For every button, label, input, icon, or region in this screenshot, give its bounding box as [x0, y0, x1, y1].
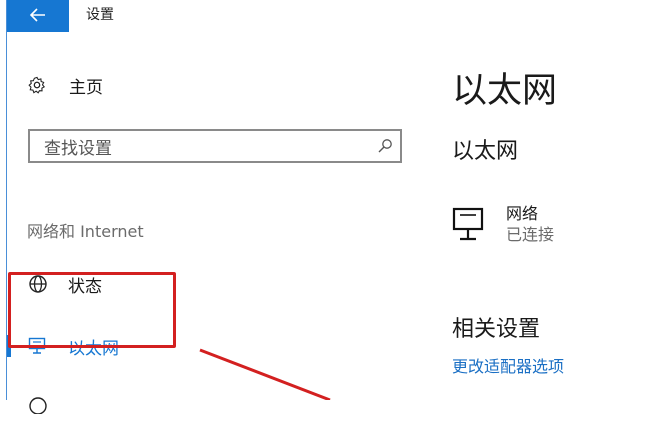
search-input[interactable]: 查找设置	[28, 129, 402, 163]
home-button[interactable]: 主页	[27, 70, 103, 100]
related-settings-title: 相关设置	[452, 317, 541, 342]
monitor-icon	[452, 207, 492, 243]
page-title: 以太网	[452, 71, 558, 111]
arrow-left-icon	[29, 7, 46, 26]
gear-icon	[27, 75, 47, 95]
highlight-box	[8, 272, 176, 348]
network-item[interactable]: 网络 已连接	[452, 204, 554, 246]
network-name: 网络	[506, 204, 539, 223]
search-placeholder: 查找设置	[44, 138, 112, 159]
sidebar-item-dialup[interactable]	[7, 384, 417, 424]
section-header: 网络和 Internet	[27, 222, 144, 241]
back-button[interactable]	[7, 0, 69, 32]
dialup-icon	[28, 394, 48, 414]
search-icon[interactable]	[370, 138, 400, 154]
change-adapter-options-link[interactable]: 更改适配器选项	[452, 353, 564, 377]
section-title: 以太网	[452, 139, 519, 164]
home-label: 主页	[69, 77, 103, 98]
network-status: 已连接	[506, 225, 555, 244]
app-title: 设置	[86, 7, 114, 23]
